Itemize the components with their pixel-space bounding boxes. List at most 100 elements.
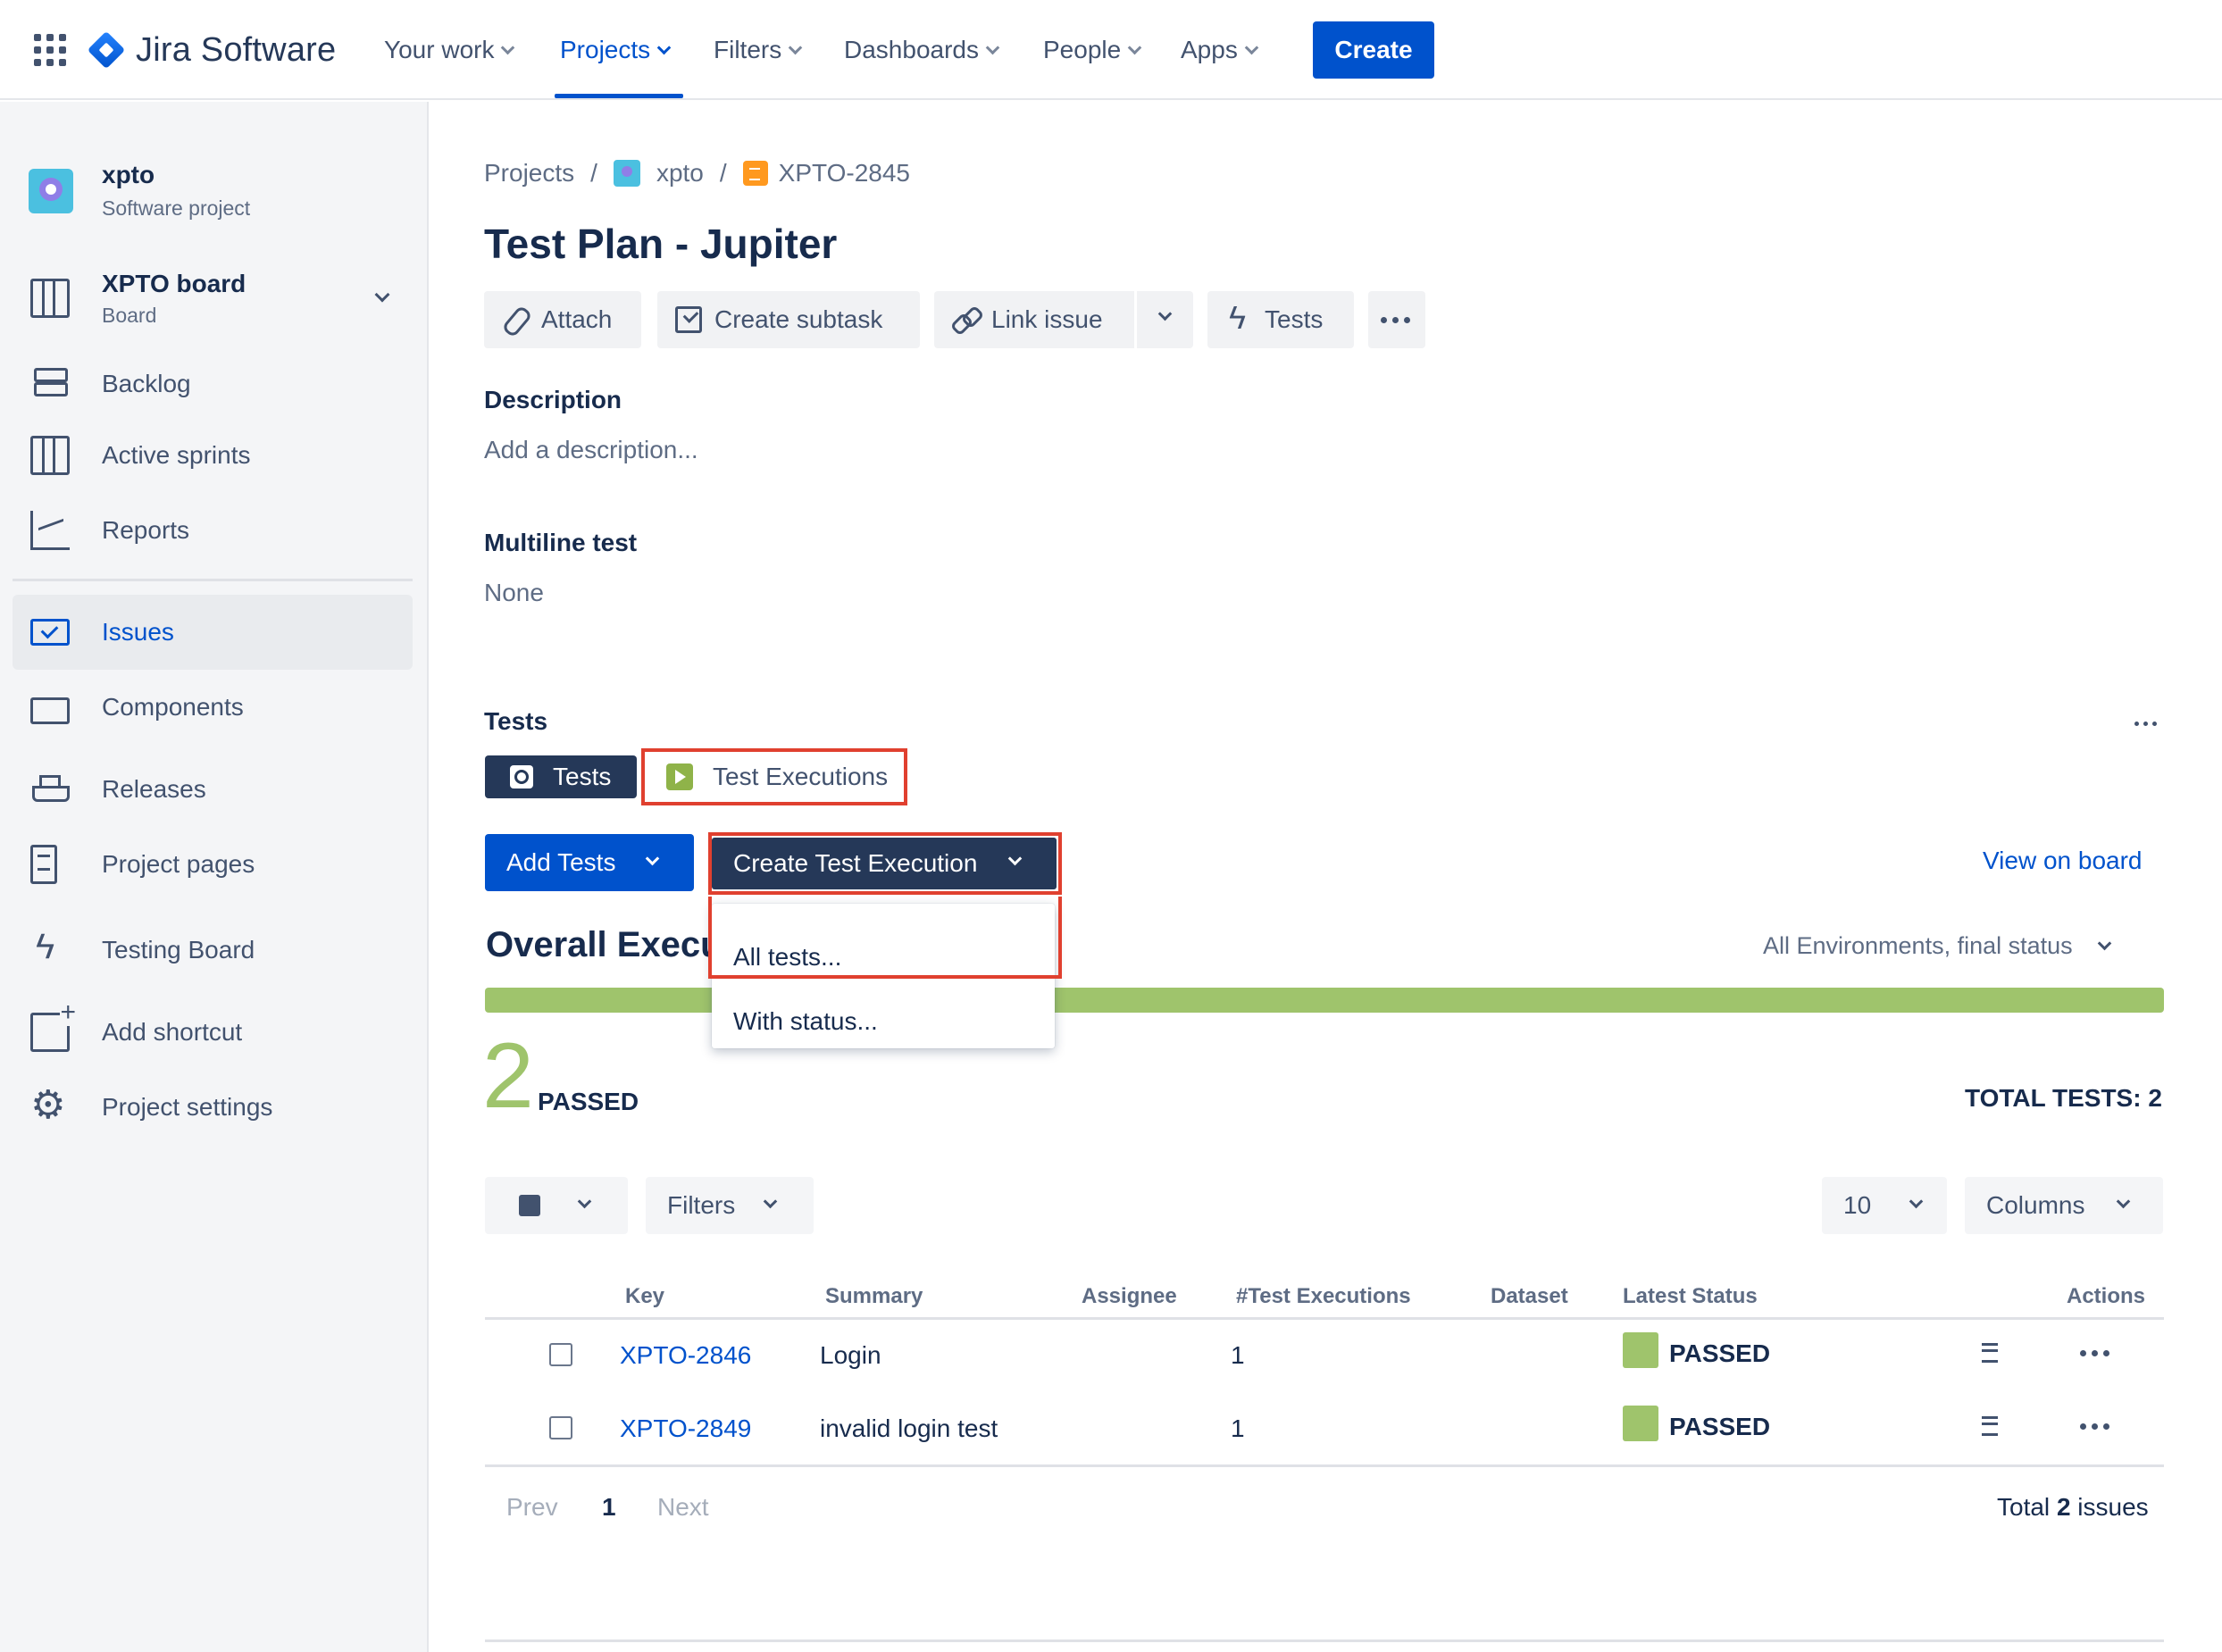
row-actions-icon[interactable]	[2080, 1423, 2109, 1430]
execution-list-icon[interactable]	[1975, 1414, 1998, 1436]
chevron-down-icon	[501, 40, 515, 54]
board-type: Board	[102, 303, 157, 327]
components-icon	[30, 697, 70, 724]
passed-label: PASSED	[538, 1088, 639, 1115]
add-tests-label: Add Tests	[506, 848, 616, 876]
test-executions-count: 1	[1231, 1414, 1245, 1442]
nav-filters[interactable]: Filters	[714, 32, 803, 68]
table-footer-divider	[485, 1464, 2164, 1467]
bulk-select-dropdown[interactable]	[485, 1177, 628, 1234]
total-prefix: Total	[1997, 1493, 2051, 1521]
nav-active-indicator	[555, 94, 683, 98]
link-issue-button[interactable]: Link issue	[934, 291, 1134, 348]
filters-dropdown[interactable]: Filters	[646, 1177, 814, 1234]
sidebar-item-label: Project pages	[102, 850, 255, 878]
columns-label: Columns	[1986, 1191, 2085, 1219]
highlight-box	[708, 832, 1062, 895]
execution-list-icon[interactable]	[1975, 1341, 1998, 1363]
board-name: XPTO board	[102, 269, 246, 297]
more-actions-button[interactable]	[1368, 291, 1425, 348]
breadcrumb-separator: /	[719, 159, 727, 187]
highlight-box	[708, 897, 1062, 979]
column-header-latest-status[interactable]: Latest Status	[1623, 1284, 1758, 1309]
chevron-down-icon	[1157, 306, 1173, 321]
paperclip-icon	[502, 306, 529, 333]
create-subtask-button[interactable]: Create subtask	[657, 291, 920, 348]
jira-logo[interactable]: Jira Software	[86, 27, 336, 73]
subtask-icon	[675, 306, 702, 333]
link-issue-dropdown[interactable]	[1134, 291, 1193, 348]
add-tests-button[interactable]: Add Tests	[485, 834, 694, 891]
sidebar-item-testing-board[interactable]: Testing Board	[13, 913, 413, 988]
column-header-dataset[interactable]: Dataset	[1491, 1284, 1568, 1309]
multiline-value[interactable]: None	[484, 579, 544, 607]
chevron-down-icon	[656, 40, 672, 54]
row-actions-icon[interactable]	[2080, 1350, 2109, 1356]
tab-label: Test Executions	[713, 763, 889, 790]
column-header-actions: Actions	[2067, 1284, 2146, 1308]
total-issues: Total 2 issues	[1997, 1493, 2149, 1522]
nav-dashboards[interactable]: Dashboards	[844, 32, 1000, 68]
pagination-prev[interactable]: Prev	[506, 1493, 558, 1522]
row-checkbox[interactable]	[549, 1416, 572, 1439]
nav-projects[interactable]: Projects	[560, 32, 672, 68]
tab-tests[interactable]: Tests	[485, 755, 637, 798]
app-switcher-icon[interactable]	[34, 34, 66, 66]
project-header[interactable]: xpto Software project	[29, 161, 250, 221]
nav-apps[interactable]: Apps	[1181, 32, 1259, 68]
columns-dropdown[interactable]: Columns	[1965, 1177, 2163, 1234]
pagination-next[interactable]: Next	[657, 1493, 709, 1522]
issue-key-link[interactable]: XPTO-2849	[620, 1414, 751, 1443]
more-dots-icon	[1381, 316, 1410, 323]
tests-panel-more-icon[interactable]	[2134, 722, 2157, 726]
sidebar-item-releases[interactable]: Releases	[13, 752, 413, 827]
sidebar-item-project-pages[interactable]: Project pages	[13, 827, 413, 902]
issue-key-link[interactable]: XPTO-2846	[620, 1341, 751, 1370]
table-row: XPTO-2846 Login 1 PASSED	[485, 1322, 2164, 1393]
view-on-board-link[interactable]: View on board	[1983, 847, 2143, 875]
pagination-current-page[interactable]: 1	[602, 1493, 616, 1522]
sidebar-item-add-shortcut[interactable]: Add shortcut	[13, 995, 413, 1070]
sidebar-item-components[interactable]: Components	[13, 670, 413, 745]
lightning-bolt-icon	[30, 927, 70, 970]
filters-label: Filters	[667, 1191, 736, 1219]
chevron-down-icon	[2097, 936, 2111, 951]
nav-label: People	[1043, 36, 1122, 63]
column-header-assignee[interactable]: Assignee	[1082, 1284, 1177, 1309]
sidebar: xpto Software project XPTO board Board B…	[0, 102, 429, 1652]
sidebar-item-backlog[interactable]: Backlog	[13, 346, 413, 421]
releases-ship-icon	[30, 770, 70, 809]
sidebar-item-issues[interactable]: Issues	[13, 595, 413, 670]
tab-test-executions[interactable]: Test Executions	[641, 748, 907, 805]
tests-button[interactable]: Tests	[1207, 291, 1354, 348]
nav-label: Filters	[714, 36, 782, 63]
sidebar-item-label: Backlog	[102, 370, 191, 397]
project-avatar-icon	[613, 160, 640, 187]
chevron-down-icon[interactable]	[374, 287, 390, 303]
project-avatar	[29, 168, 73, 213]
nav-people[interactable]: People	[1043, 32, 1142, 68]
environment-select[interactable]: All Environments, final status	[1763, 932, 2111, 960]
tests-table-header: Key Summary Assignee #Test Executions Da…	[485, 1277, 2164, 1320]
column-header-key[interactable]: Key	[625, 1284, 664, 1309]
sidebar-item-label: Project settings	[102, 1093, 273, 1121]
create-button[interactable]: Create	[1313, 21, 1434, 79]
page-bottom-divider	[485, 1639, 2164, 1642]
attach-button[interactable]: Attach	[484, 291, 641, 348]
nav-your-work[interactable]: Your work	[384, 32, 515, 68]
page-title[interactable]: Test Plan - Jupiter	[484, 220, 837, 268]
breadcrumb-projects[interactable]: Projects	[484, 159, 574, 188]
sidebar-item-project-settings[interactable]: Project settings	[13, 1070, 413, 1145]
column-header-executions[interactable]: #Test Executions	[1236, 1284, 1411, 1309]
description-field[interactable]: Add a description...	[484, 436, 698, 464]
row-checkbox[interactable]	[549, 1343, 572, 1366]
sprints-board-icon	[30, 436, 70, 475]
sidebar-item-active-sprints[interactable]: Active sprints	[13, 418, 413, 493]
page-size-select[interactable]: 10	[1822, 1177, 1947, 1234]
sidebar-item-board[interactable]: XPTO board Board	[13, 261, 413, 336]
column-header-summary[interactable]: Summary	[825, 1284, 923, 1309]
menu-item-with-status[interactable]: With status...	[733, 1007, 878, 1036]
breadcrumb-issue[interactable]: XPTO-2845	[779, 159, 910, 188]
breadcrumb-project[interactable]: xpto	[656, 159, 704, 188]
sidebar-item-reports[interactable]: Reports	[13, 493, 413, 568]
